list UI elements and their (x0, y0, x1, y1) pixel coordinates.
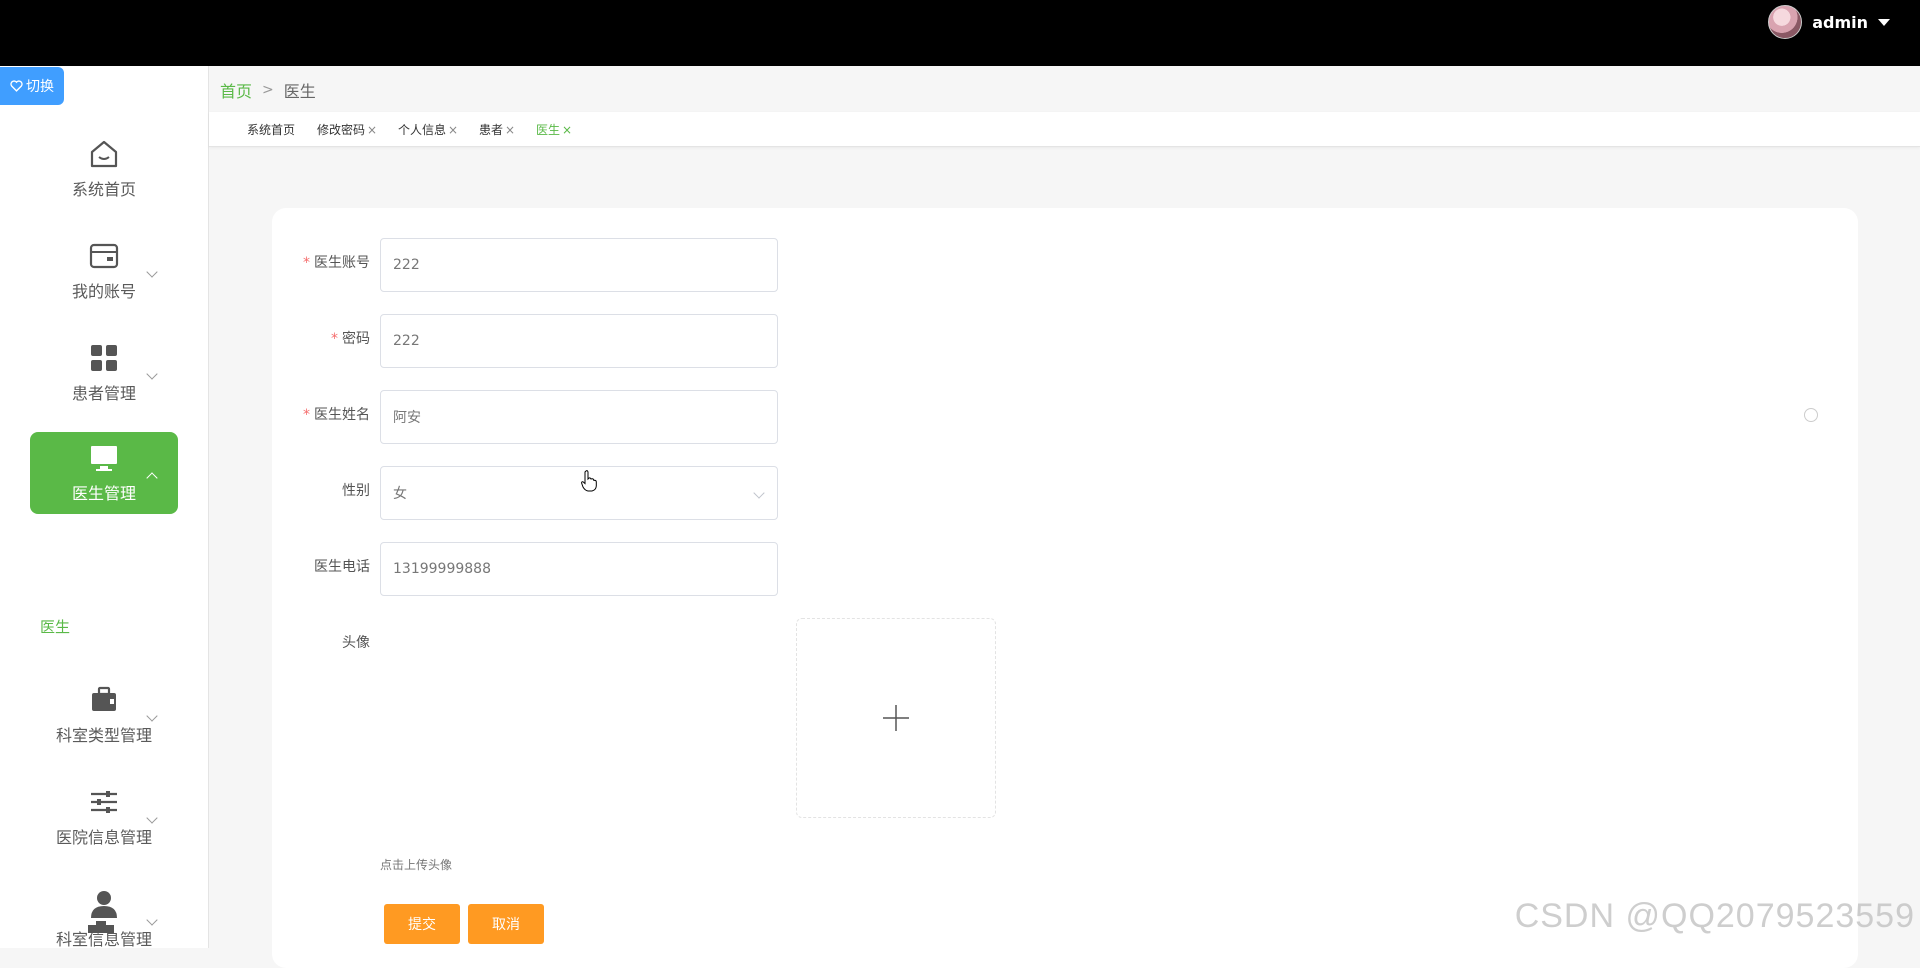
password-input[interactable]: 222 (380, 314, 778, 368)
account-label: * 医生账号 (303, 255, 370, 271)
required-mark: * (303, 255, 310, 271)
sidebar-item-label: 科室类型管理 (55, 726, 152, 745)
sidebar-item-hospital-info[interactable]: 医院信息管理 (30, 776, 178, 858)
chevron-down-icon (146, 812, 158, 824)
avatar-uploader[interactable] (796, 618, 996, 818)
breadcrumb-home[interactable]: 首页 (220, 78, 252, 102)
close-icon[interactable]: × (505, 123, 515, 137)
tag-doctors[interactable]: 医生 × (536, 121, 572, 138)
sidebar: 系统首页 我的账号 患者管理 医生管理 医生 科室类型管理 医院信息管理 科室信… (0, 66, 209, 949)
chevron-down-icon (146, 710, 158, 722)
chevron-up-icon (146, 472, 158, 484)
submit-button[interactable]: 提交 (384, 904, 460, 944)
sidebar-item-label: 我的账号 (71, 282, 136, 301)
required-mark: * (331, 331, 338, 347)
sidebar-item-department-types[interactable]: 科室类型管理 (30, 674, 178, 756)
doctor-form-card: * 医生账号 222 * 密码 222 * 医生姓名 阿安 性别 女 医生电话 131… (272, 208, 1858, 968)
clear-icon[interactable] (1804, 408, 1818, 422)
submenu-item-doctor[interactable]: 医生 (40, 616, 70, 637)
tag-label: 系统首页 (247, 123, 296, 137)
password-label: * 密码 (331, 331, 370, 347)
tag-profile[interactable]: 个人信息 × (398, 121, 458, 138)
gender-select-value: 女 (393, 486, 407, 502)
chevron-down-icon (146, 914, 158, 926)
tag-home[interactable]: 系统首页 (247, 121, 295, 138)
watermark: CSDN @QQ2079523559 (1514, 897, 1915, 935)
switch-button[interactable]: 切换 (0, 67, 64, 105)
form-row-password: * 密码 222 (272, 314, 1072, 370)
caret-down-icon[interactable] (1878, 18, 1890, 26)
tag-label: 患者 (479, 123, 504, 137)
username[interactable]: admin (1812, 13, 1868, 32)
upload-tip: 点击上传头像 (380, 858, 453, 872)
tag-label: 修改密码 (317, 123, 366, 137)
name-input[interactable]: 阿安 (380, 390, 778, 444)
tags-bar: 系统首页 修改密码 × 个人信息 × 患者 × 医生 × (209, 112, 1920, 147)
gender-select[interactable]: 女 (380, 466, 778, 520)
grid-icon (88, 342, 120, 374)
user-menu[interactable]: admin (1768, 5, 1890, 39)
account-input[interactable]: 222 (380, 238, 778, 292)
home-icon (88, 138, 120, 170)
form-row-account: * 医生账号 222 (272, 238, 1072, 294)
breadcrumb-separator: > (262, 82, 274, 98)
close-icon[interactable]: × (562, 123, 572, 137)
sidebar-item-label: 医生管理 (71, 484, 136, 503)
tag-patients[interactable]: 患者 × (479, 121, 515, 138)
sidebar-item-home[interactable]: 系统首页 (30, 128, 178, 210)
gender-label: 性别 (342, 483, 370, 499)
chevron-down-icon (146, 266, 158, 278)
sliders-icon (88, 786, 120, 818)
phone-label: 医生电话 (314, 559, 370, 575)
top-bar: admin (0, 0, 1920, 66)
breadcrumb: 首页 > 医生 (220, 78, 316, 102)
chevron-down-icon (753, 487, 765, 499)
cancel-button[interactable]: 取消 (468, 904, 544, 944)
breadcrumb-current: 医生 (283, 82, 316, 101)
form-row-name: * 医生姓名 阿安 (272, 390, 1072, 446)
switch-label: 切换 (26, 79, 54, 95)
plus-icon (883, 705, 909, 731)
briefcase-icon (88, 684, 120, 716)
required-mark: * (303, 407, 310, 423)
sidebar-item-doctors[interactable]: 医生管理 (30, 432, 178, 514)
tag-label: 医生 (536, 123, 561, 137)
sidebar-item-partial-icon[interactable] (88, 918, 114, 933)
wallet-icon (88, 240, 120, 272)
close-icon[interactable]: × (448, 123, 458, 137)
avatar-label: 头像 (342, 635, 370, 651)
sidebar-item-account[interactable]: 我的账号 (30, 230, 178, 312)
sidebar-item-label: 医院信息管理 (55, 828, 152, 847)
user-icon (88, 888, 120, 920)
form-row-phone: 医生电话 13199999888 (272, 542, 1072, 598)
chevron-down-icon (146, 368, 158, 380)
close-icon[interactable]: × (367, 123, 377, 137)
tag-change-password[interactable]: 修改密码 × (317, 121, 377, 138)
sidebar-item-patients[interactable]: 患者管理 (30, 332, 178, 414)
tag-label: 个人信息 (398, 123, 447, 137)
phone-input[interactable]: 13199999888 (380, 542, 778, 596)
heart-icon (10, 80, 23, 92)
hand-cursor-icon (581, 470, 597, 496)
avatar[interactable] (1768, 5, 1803, 39)
name-label: * 医生姓名 (303, 407, 370, 423)
monitor-icon (88, 442, 120, 474)
sidebar-item-label: 患者管理 (71, 384, 136, 403)
form-row-gender: 性别 女 (272, 466, 1072, 522)
sidebar-item-label: 系统首页 (71, 180, 136, 199)
